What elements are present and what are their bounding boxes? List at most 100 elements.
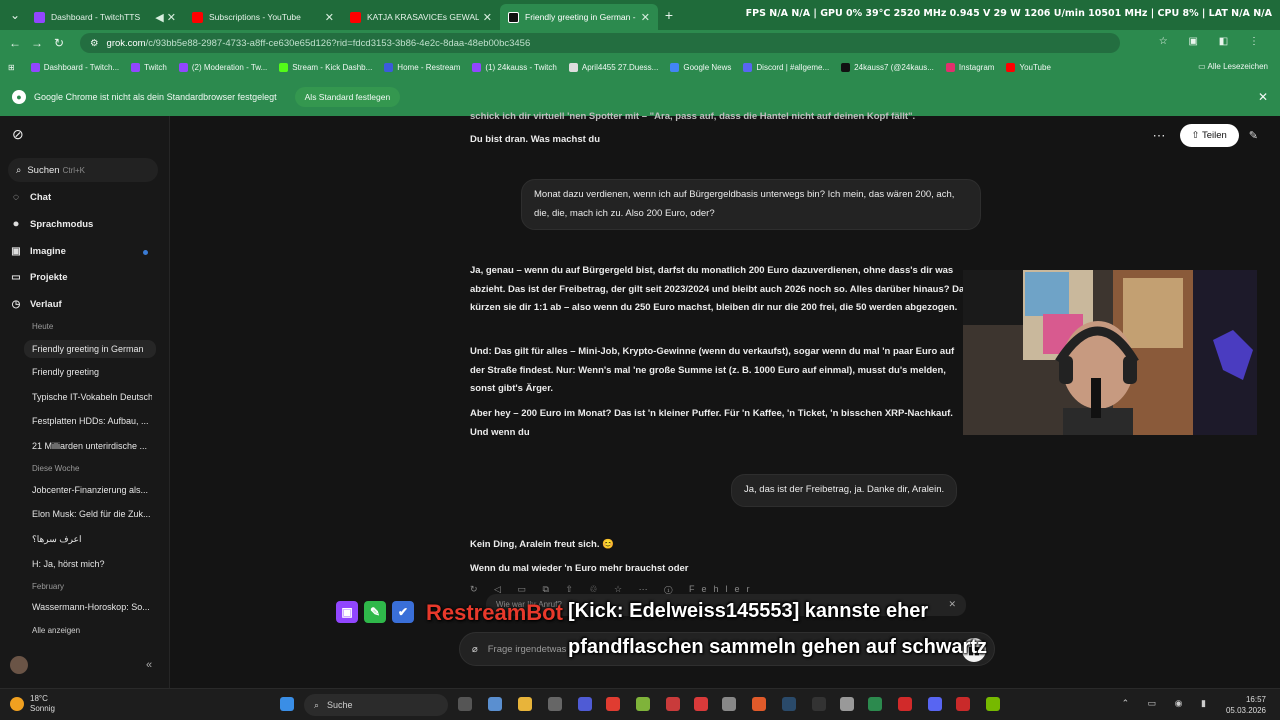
more-options-icon[interactable]: ⋯ [1153,128,1166,144]
discord-icon[interactable] [928,697,942,711]
url-host: grok.com [106,37,146,49]
windows-start-icon[interactable] [280,697,294,711]
bookmark-item[interactable]: (1) 24kauss - Twitch [472,62,557,72]
taskbar-search[interactable]: ⌕ Suche [304,694,448,716]
app-icon[interactable] [956,697,970,711]
close-icon[interactable]: ✕ [641,11,650,24]
app-icon[interactable] [722,697,736,711]
back-arrow-icon[interactable]: ← [4,36,26,50]
show-all-link[interactable]: Alle anzeigen [32,626,80,635]
close-icon[interactable]: ✕ [325,11,334,24]
site-info-icon[interactable]: ⚙ [90,38,99,49]
bookmark-item[interactable]: Home - Restream [384,62,461,72]
weather-widget[interactable]: 18°C Sonnig [10,694,55,714]
sidebar-item-projects[interactable]: ▭ Projekte [10,272,67,283]
bookmark-label: Home - Restream [397,62,461,72]
new-chat-icon[interactable]: ✎ [1249,129,1258,142]
bookmark-item[interactable]: YouTube [1006,62,1051,72]
tab-youtube-video[interactable]: KATJA KRASAVICEs GEWALT in ... ✕ [342,4,500,30]
history-item[interactable]: Friendly greeting [32,367,152,377]
search-icon: ⌕ [314,699,320,710]
history-item[interactable]: Typische IT-Vokabeln Deutsch [32,392,152,402]
tab-audio-icon[interactable]: ◀ ✕ [155,11,176,24]
app-icon[interactable] [488,697,502,711]
close-icon[interactable]: ✕ [483,11,492,24]
history-item-active[interactable]: Friendly greeting in German [24,340,156,358]
all-bookmarks-label: Alle Lesezeichen [1207,62,1268,71]
tab-grok-active[interactable]: Friendly greeting in German - G ✕ [500,4,658,30]
search-label: Suchen [27,164,60,176]
bookmark-item[interactable]: Instagram [945,62,994,72]
grok-logo-icon[interactable]: ⊘ [12,126,24,143]
tab-twitchtts[interactable]: Dashboard - TwitchTTS ◀ ✕ [26,4,184,30]
tab-youtube-subscriptions[interactable]: Subscriptions - YouTube ✕ [184,4,342,30]
url-path: /c/93bb5e88-2987-4733-a8ff-ce630e65d126?… [145,37,531,49]
bookmark-item[interactable]: Discord | #allgeme... [743,62,829,72]
tab-list-chevron-icon[interactable]: ⌄ [4,8,26,22]
close-icon[interactable]: ✕ [1258,90,1268,104]
steam-icon[interactable] [782,697,796,711]
address-bar[interactable]: ⚙ grok.com/c/93bb5e88-2987-4733-a8ff-ce6… [80,33,1120,53]
user-message: Monat dazu verdienen, wenn ich auf Bürge… [521,179,981,230]
history-item[interactable]: Wassermann-Horoskop: So... [32,602,152,612]
sidebar-item-label: Verlauf [30,299,62,310]
action-icons[interactable]: ↻ ◁ ▭ ⧉ ⇧ ♲ ☆ ⋯ ⓘ [470,584,689,594]
set-default-button[interactable]: Als Standard festlegen [294,87,401,107]
all-bookmarks-button[interactable]: ▭ Alle Lesezeichen [1198,62,1268,71]
history-item[interactable]: 21 Milliarden unterirdische ... [32,441,152,451]
apps-grid-icon[interactable]: ⊞ [8,63,15,72]
history-item[interactable]: Jobcenter-Finanzierung als... [32,485,152,495]
app-icon[interactable] [578,697,592,711]
sidebar-item-voice[interactable]: ⏺ Sprachmodus [10,219,94,230]
bookmark-label: (2) Moderation - Tw... [191,62,268,72]
chrome-icon[interactable] [868,697,882,711]
app-icon[interactable] [840,697,854,711]
app-icon[interactable] [666,697,680,711]
ai-message: Ja, genau – wenn du auf Bürgergeld bist,… [470,265,965,313]
new-tab-button[interactable]: + [658,7,680,23]
system-tray[interactable]: ⌃ ▭ ◉ ▮ [1122,698,1214,709]
bookmark-item[interactable]: Google News [670,62,731,72]
taskbar-clock[interactable]: 16:57 05.03.2026 [1226,694,1266,716]
app-icon[interactable] [548,697,562,711]
avatar[interactable] [10,656,28,674]
sidebar-item-label: Chat [30,192,52,203]
history-item[interactable]: H: Ja, hörst mich? [32,559,152,569]
search-icon: ⌕ [16,164,22,176]
extensions-icons[interactable]: ☆ ▣ ◧ ⋮ [1159,36,1268,47]
app-icon[interactable] [694,697,708,711]
app-icon[interactable] [636,697,650,711]
bookmark-item[interactable]: 24kauss7 (@24kaus... [841,62,934,72]
file-explorer-icon[interactable] [518,697,532,711]
ai-message: Du bist dran. Was machst du [470,134,601,145]
opera-icon[interactable] [898,697,912,711]
sidebar-item-history[interactable]: ◷ Verlauf [10,299,62,310]
history-item[interactable]: اعرف سرها؟ [32,534,152,545]
nvidia-icon[interactable] [986,697,1000,711]
search-button[interactable]: ⌕ Suchen Ctrl+K [8,158,158,182]
reload-icon[interactable]: ↻ [48,36,70,50]
app-icon[interactable] [606,697,620,711]
share-icon: ⇧ [1191,130,1202,141]
bookmark-item[interactable]: Dashboard - Twitch... [30,62,119,72]
bookmarks-bar: ⊞ Dashboard - Twitch... Twitch (2) Moder… [0,56,1280,78]
weather-temp: 18°C [30,694,48,703]
report-label[interactable]: Fehler [689,584,757,594]
ai-message: Aber hey – 200 Euro im Monat? Das ist 'n… [470,408,953,438]
bookmark-item[interactable]: Twitch [131,62,167,72]
sidebar-item-chat[interactable]: ◌ Chat [10,192,51,203]
sidebar-item-imagine[interactable]: ▣ Imagine [10,246,66,257]
history-item[interactable]: Elon Musk: Geld für die Zuk... [32,509,152,519]
bookmark-item[interactable]: Stream - Kick Dashb... [279,62,372,72]
share-button[interactable]: ⇧ Teilen [1179,124,1239,147]
verified-badge-icon: ✔ [392,601,414,623]
history-item[interactable]: Festplatten HDDs: Aufbau, ... [32,416,152,426]
bookmark-item[interactable]: (2) Moderation - Tw... [178,62,268,72]
bookmark-item[interactable]: April4455 27.Duess... [568,62,658,72]
task-view-icon[interactable] [458,697,472,711]
epic-games-icon[interactable] [812,697,826,711]
chrome-icon: ● [12,90,26,104]
app-icon[interactable] [752,697,766,711]
collapse-sidebar-icon[interactable]: « [146,659,152,671]
forward-arrow-icon[interactable]: → [26,36,48,50]
